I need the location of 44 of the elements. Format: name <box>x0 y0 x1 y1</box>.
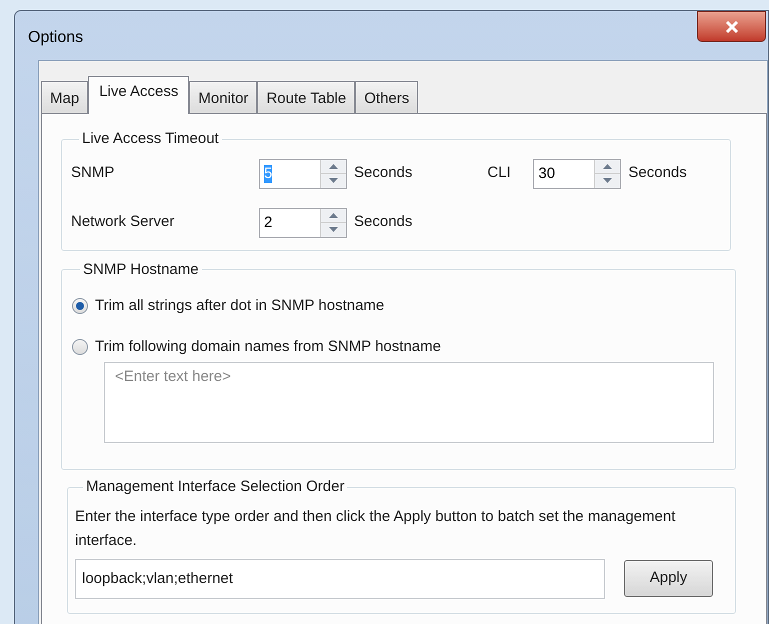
field-label: SNMP <box>71 163 116 184</box>
interface-order-field[interactable]: loopback;vlan;ethernet <box>75 558 605 598</box>
number-spinner[interactable]: 30 <box>533 158 622 188</box>
radio-button[interactable] <box>72 338 88 355</box>
radio-option[interactable]: Trim following domain names from SNMP hostname <box>72 336 735 358</box>
up-arrow-icon <box>603 164 612 169</box>
window-title: Options <box>28 28 84 48</box>
radio-option[interactable]: Trim all strings after dot in SNMP hostname <box>72 295 735 318</box>
field-label: CLI <box>487 163 512 184</box>
tab[interactable]: Others <box>355 81 418 113</box>
spin-up-button[interactable] <box>321 160 346 174</box>
tab[interactable]: Map <box>41 81 88 113</box>
close-button[interactable] <box>697 11 766 42</box>
apply-button[interactable]: Apply <box>624 560 713 597</box>
spin-up-button[interactable] <box>321 208 346 223</box>
spin-down-button[interactable] <box>595 174 620 188</box>
radio-label: Trim following domain names from SNMP hostname <box>95 336 441 356</box>
down-arrow-icon <box>603 178 612 184</box>
spinner-value: 2 <box>264 214 272 232</box>
description-text: Enter the interface type order and then click the Apply button to batch set the management interface. <box>75 506 676 550</box>
radio-button[interactable] <box>72 298 88 314</box>
radio-label: Trim all strings after dot in SNMP hostname <box>95 296 384 316</box>
unit-label: Seconds <box>354 163 412 184</box>
unit-label: Seconds <box>354 212 412 232</box>
number-spinner[interactable]: 2 <box>259 208 347 238</box>
close-icon <box>724 20 738 32</box>
spin-up-button[interactable] <box>595 160 620 174</box>
down-arrow-icon <box>329 178 338 184</box>
field-label: Network Server <box>71 212 176 232</box>
group-title: Live Access Timeout <box>82 130 219 147</box>
tab[interactable]: Route Table <box>257 81 356 113</box>
spinner-value: 30 <box>538 164 556 182</box>
group-title: Management Interface Selection Order <box>86 478 344 495</box>
group-title: SNMP Hostname <box>83 260 199 278</box>
tab[interactable]: Monitor <box>189 81 258 113</box>
up-arrow-icon <box>329 164 338 169</box>
spin-down-button[interactable] <box>321 174 346 188</box>
domain-names-field[interactable]: <Enter text here> <box>104 362 714 443</box>
up-arrow-icon <box>329 212 338 218</box>
down-arrow-icon <box>329 227 338 232</box>
spinner-value: 5 <box>264 164 272 182</box>
spin-down-button[interactable] <box>321 223 346 236</box>
unit-label: Seconds <box>628 163 687 184</box>
tab[interactable]: Live Access <box>88 76 190 114</box>
